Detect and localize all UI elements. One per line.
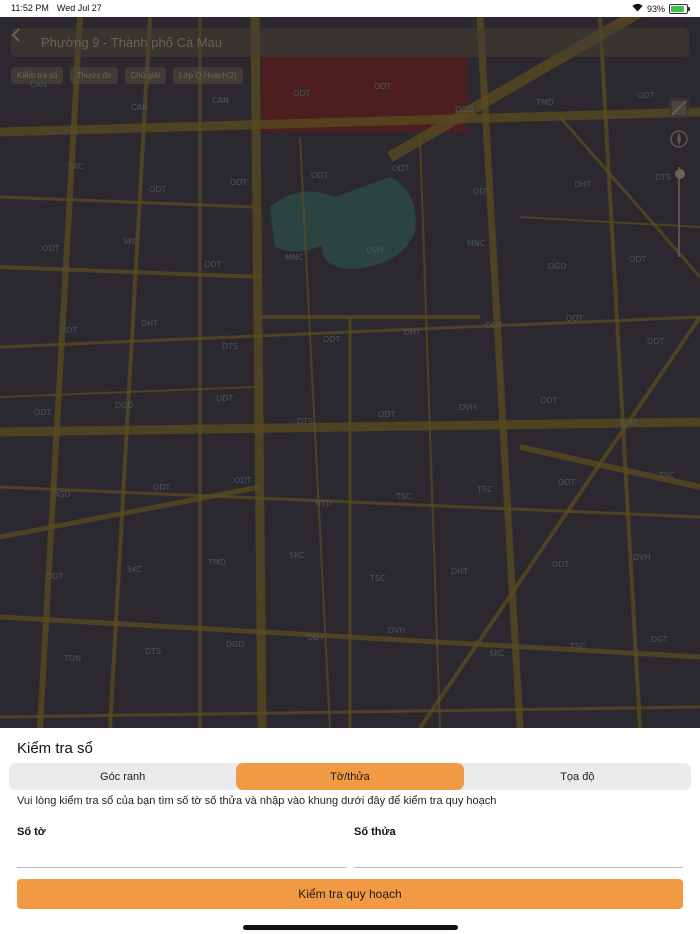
map-zone-label: ODT [230,178,247,187]
map-zone-label: ODT [374,82,391,91]
map-zone-label: ODT [392,164,409,173]
map-zone-label: DGT [651,635,668,644]
map-zone-label: TSC [476,485,493,494]
map-zone-label: ODT [311,171,328,180]
map-zone-label: MNC [285,253,304,262]
map-zone-label: SKC [289,551,305,560]
map-header-title: Phường 9 - Thành phố Cà Mau [41,35,223,50]
map-zone-label: DTS [145,647,161,656]
back-arrow-icon[interactable] [11,28,35,52]
map-zone-label: ODT [234,476,251,485]
map-zone-label: DHT [451,567,468,576]
map-zone-label: ODT [540,396,557,405]
map-zone-label: TSC [569,642,586,651]
map-zone-label: DGD [115,401,134,410]
map-zone-label: DTS [297,417,313,426]
map-zone-label: TMD [535,98,554,107]
so-to-label: Số tờ [17,826,46,838]
map-zone-label: DVH [366,246,384,255]
planning-map[interactable]: CAN CAN CAN ODT ODT DGD TMD ODT SKC ODT ODT ODT ODT O… [0,17,700,728]
check-planning-button[interactable]: Kiểm tra quy hoạch [17,879,683,909]
map-zone-label: ODT [60,326,77,335]
map-zone-label: SKC [489,649,505,658]
so-thua-input[interactable] [354,843,683,868]
map-tool-chips: Kiểm tra số Thước đo Chú giải Lớp Q.Hoạc… [11,67,243,84]
map-zone-label: ODT [46,572,63,581]
check-panel: Kiểm tra sổ Góc ranh Tờ/thửa Tọa độ Vui … [0,728,700,934]
status-bar: 11:52 PM Wed Jul 27 93% [0,0,700,17]
map-zone-label: DGD [52,490,71,499]
map-zone-label: ODT [34,408,51,417]
map-zone-label: TMD [207,558,226,567]
map-zone-label: DVH [388,626,406,635]
tab-to-thua[interactable]: Tờ/thửa [236,763,464,790]
map-zone-label: ODT [566,314,583,323]
layers-icon [671,100,687,116]
battery-percent: 93% [646,3,665,14]
map-zone-label: ODT [42,244,59,253]
map-zone-label: ODT [323,335,340,344]
map-zone-label: ODT [307,633,324,642]
zoom-slider-track[interactable] [678,167,680,257]
home-indicator [243,925,458,930]
map-zone-label: SKC [123,237,139,246]
map-canvas[interactable]: CANCANCANODTODTDGDTMDODTSKCODTODTODTODTO… [0,17,700,728]
map-zone-label: DHT [621,419,638,428]
map-zone-label: CAN [131,103,148,112]
map-zone-label: DGD [226,640,245,649]
zoom-slider-handle[interactable] [675,169,685,179]
wifi-icon [632,3,643,14]
tab-toa-do[interactable]: Tọa độ [464,763,691,790]
map-zone-label: DVH [459,403,477,412]
map-zone-label: ODT [153,483,170,492]
map-zone-label: DHT [574,180,591,189]
compass-icon [670,130,688,148]
chip-lop-quy-hoach[interactable]: Lớp Q.Hoạch(2) [172,67,243,84]
map-zone-label: ODT [485,321,502,330]
map-zone-label: ODT [204,260,221,269]
map-zone-label: ODT [149,185,166,194]
map-zone-label: SKC [127,565,143,574]
map-zone-label: ODT [558,478,575,487]
map-zone-label: DGD [455,105,474,114]
map-zone-label: DTS [222,342,238,351]
so-to-input[interactable] [17,843,346,868]
map-zone-label: DHT [404,328,421,337]
map-zone-label: ODT [637,91,654,100]
map-zone-label: ODT [293,89,310,98]
panel-title: Kiểm tra sổ [17,740,93,757]
map-zone-label: DGD [548,262,567,271]
map-zone-label: ODT [473,187,490,196]
map-zone-label: TON [63,654,81,663]
map-zone-label: CAN [212,96,229,105]
map-zone-label: MNC [467,239,486,248]
map-zone-label: NTD [315,499,332,508]
chip-thuoc-do[interactable]: Thước đo [70,67,118,84]
map-zone-label: DTS [655,173,671,182]
map-header: Phường 9 - Thành phố Cà Mau [11,28,689,57]
layers-button[interactable] [669,98,689,118]
tab-goc-ranh[interactable]: Góc ranh [9,763,236,790]
map-zone-label: DVH [633,553,651,562]
instruction-text: Vui lòng kiểm tra sổ của bạn tìm số tờ s… [17,795,497,807]
map-zone-label: DHT [141,319,158,328]
battery-icon [669,3,690,14]
chip-chu-giai[interactable]: Chú giải [124,67,166,84]
status-time: 11:52 PM [11,3,49,13]
map-zone-label: ODT [552,560,569,569]
map-zone-label: ODT [647,337,664,346]
segmented-control: Góc ranh Tờ/thửa Tọa độ [9,763,691,790]
map-zone-label: TSC [395,492,412,501]
map-zone-label: TSC [658,471,675,480]
status-date: Wed Jul 27 [56,3,102,13]
map-zone-label: TSC [369,574,386,583]
chip-kiem-tra-so[interactable]: Kiểm tra số [11,67,64,84]
so-thua-label: Số thửa [354,826,396,838]
locate-button[interactable] [669,129,689,149]
map-zone-label: ODT [629,255,646,264]
map-zone-label: ODT [378,410,395,419]
map-zone-label: ODT [216,394,233,403]
map-zone-label: SKC [68,162,84,171]
